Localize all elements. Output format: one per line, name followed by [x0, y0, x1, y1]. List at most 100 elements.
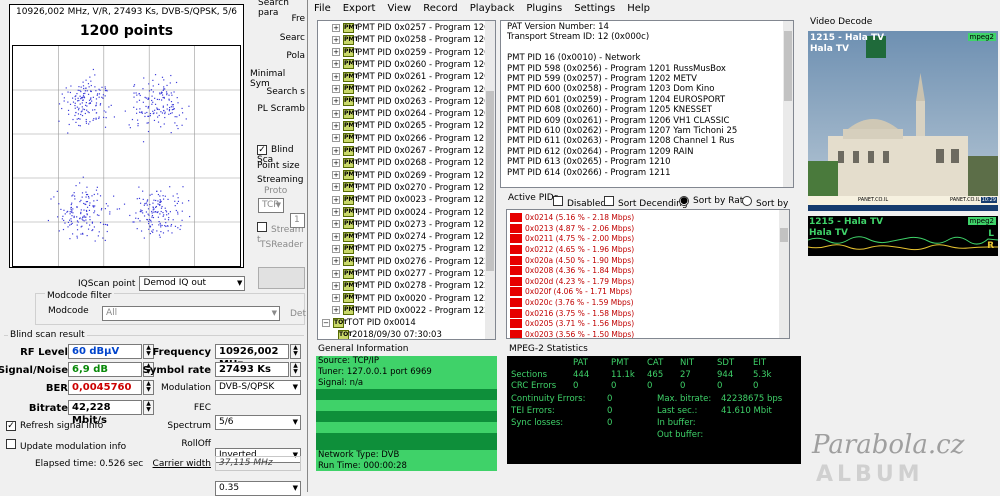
iq-point — [61, 107, 63, 110]
iq-point — [161, 224, 163, 227]
tree-item[interactable]: + PMTPMT PID 0x0024 - Program 1217 — [332, 207, 495, 219]
tree-item[interactable]: + PMTPMT PID 0x0259 - Program 1204 — [332, 47, 495, 59]
iq-point — [61, 93, 63, 95]
pola-label: Pola — [286, 51, 305, 61]
tree-item[interactable]: + PMTPMT PID 0x0275 - Program 1220 — [332, 243, 495, 255]
iq-point — [70, 220, 72, 222]
elapsed-time: Elapsed time: 0.526 sec — [35, 459, 144, 469]
carrier-width-link[interactable]: Carrier width — [153, 459, 211, 469]
iq-point — [147, 106, 149, 108]
rolloff-combo[interactable]: 0.35 ▼ — [215, 481, 301, 496]
tree-item[interactable]: + PMTPMT PID 0x0258 - Program 1203 — [332, 34, 495, 46]
tree-item[interactable]: + PMTPMT PID 0x0022 - Program 1226 — [332, 305, 495, 317]
tree-item[interactable]: + PMTPMT PID 0x0277 - Program 1222 — [332, 268, 495, 280]
action-button[interactable] — [258, 267, 305, 289]
iq-point — [160, 111, 162, 113]
update-checkbox[interactable]: Update modulation info — [6, 439, 126, 452]
tree-item[interactable]: + PMTPMT PID 0x0265 - Program 1210 — [332, 120, 495, 132]
iq-point — [71, 210, 73, 212]
cont-label: Continuity Errors: — [511, 394, 586, 404]
iq-point — [176, 124, 178, 127]
fec-combo[interactable]: 5/6 ▼ — [215, 415, 301, 430]
tree-item[interactable]: + PMTPMT PID 0x0273 - Program 1218 — [332, 219, 495, 231]
frequency-spin[interactable]: ▲ ▼ — [290, 344, 301, 359]
iq-point — [82, 219, 84, 221]
tree-item[interactable]: + PMTPMT PID 0x0267 - Program 1212 — [332, 145, 495, 157]
audio-codec-badge: mpeg2 — [967, 217, 996, 225]
tree-item[interactable]: + PMTPMT PID 0x0266 - Program 1211 — [332, 133, 495, 145]
pids-scrollbar[interactable] — [779, 210, 789, 338]
tree-item[interactable]: + PMTPMT PID 0x0262 - Program 1207 — [332, 84, 495, 96]
tree-item[interactable]: + PMTPMT PID 0x0023 - Program 1216 — [332, 194, 495, 206]
tree-item[interactable]: + PMTPMT PID 0x0257 - Program 1202 — [332, 22, 495, 34]
mpeg-crc-cell: 0 — [753, 381, 759, 391]
menu-plugins[interactable]: Plugins — [520, 1, 568, 19]
tree-item[interactable]: + PMTPMT PID 0x0264 - Program 1209 — [332, 108, 495, 120]
iqscan-combo[interactable]: Demod IQ out ▼ — [139, 276, 246, 291]
ber-spin[interactable]: ▲ ▼ — [143, 380, 154, 395]
iq-point — [67, 132, 69, 134]
menu-settings[interactable]: Settings — [568, 1, 621, 19]
tree-item[interactable]: + PMTPMT PID 0x0020 - Program 1225 — [332, 293, 495, 305]
iq-point — [109, 211, 111, 213]
menu-file[interactable]: File — [308, 1, 337, 19]
iq-point — [142, 190, 144, 192]
sort-desc-checkbox[interactable]: Sort Decending — [604, 196, 688, 209]
tree-item[interactable]: + PMTPMT PID 0x0261 - Program 1206 — [332, 71, 495, 83]
tree-item[interactable]: + PMTPMT PID 0x0269 - Program 1214 — [332, 170, 495, 182]
menu-help[interactable]: Help — [621, 1, 656, 19]
iq-point — [181, 219, 183, 221]
info-scrollbar[interactable] — [783, 21, 793, 187]
tree-item[interactable]: + PMTPMT PID 0x0274 - Program 1219 — [332, 231, 495, 243]
iq-point — [105, 203, 107, 205]
iq-point — [90, 80, 92, 82]
refresh-checkbox[interactable]: ✓ Refresh signal info — [6, 421, 103, 431]
tree-scrollbar[interactable] — [485, 21, 495, 339]
symrate-spin[interactable]: ▲ ▼ — [290, 362, 301, 377]
iq-point — [60, 208, 62, 211]
iq-point — [74, 114, 76, 117]
det-button[interactable]: Det — [290, 309, 306, 319]
tree-item-date[interactable]: TOT2018/09/30 07:30:03 — [338, 329, 442, 339]
iq-point — [177, 211, 179, 213]
proto-combo[interactable]: TCP ▼ — [258, 198, 284, 213]
info-line: PMT PID 600 (0x0258) - Program 1203 Dom … — [507, 84, 715, 95]
iq-point — [77, 97, 79, 99]
menu-playback[interactable]: Playback — [464, 1, 521, 19]
tree-item[interactable]: + PMTPMT PID 0x0278 - Program 1223 — [332, 280, 495, 292]
tree-item[interactable]: + PMTPMT PID 0x0263 - Program 1208 — [332, 96, 495, 108]
iq-point — [73, 195, 76, 197]
modcode-combo[interactable]: All ▼ — [102, 306, 280, 321]
iq-point — [110, 104, 112, 106]
bitrate-spin[interactable]: ▲ ▼ — [143, 400, 154, 415]
tree-item-tot[interactable]: − TOTTOT PID 0x0014 — [322, 317, 416, 329]
iq-point — [63, 97, 65, 99]
disabled-checkbox[interactable]: Disabled — [553, 196, 606, 209]
pmt-icon: PMT — [343, 120, 359, 131]
modulation-combo[interactable]: DVB-S/QPSK ▼ — [215, 380, 301, 395]
sort-rate-radio[interactable]: ● Sort by Rate — [679, 196, 749, 206]
active-pids-list[interactable]: 0x0214 (5.16 % - 2.18 Mbps) 0x0213 (4.87 … — [506, 209, 790, 339]
tree-item[interactable]: + PMTPMT PID 0x0276 - Program 1221 — [332, 256, 495, 268]
iq-point — [105, 111, 107, 113]
iq-point — [147, 219, 149, 221]
mpeg-crc-cell: 0 — [611, 381, 617, 391]
menu-record[interactable]: Record — [417, 1, 464, 19]
tree-item[interactable]: + PMTPMT PID 0x0270 - Program 1215 — [332, 182, 495, 194]
iq-point — [166, 214, 168, 216]
iq-point — [64, 213, 66, 215]
pid-row[interactable]: 0x0203 (3.56 % - 1.50 Mbps) — [510, 329, 634, 338]
menu-view[interactable]: View — [381, 1, 417, 19]
program-tree[interactable]: + PMTPMT PID 0x0257 - Program 1202 + PMTPMT… — [317, 20, 496, 340]
iq-point — [70, 211, 73, 213]
mpeg-panel: PAT 444 0 PMT 11.1k 0 CAT 465 0 NIT 27 0 SDT 944 0 EIT 5… — [507, 356, 801, 464]
iq-point — [180, 225, 182, 227]
tree-item[interactable]: + PMTPMT PID 0x0268 - Program 1213 — [332, 157, 495, 169]
iq-point — [76, 92, 78, 95]
iq-point — [140, 209, 142, 211]
tree-item[interactable]: + PMTPMT PID 0x0260 - Program 1205 — [332, 59, 495, 71]
info-line: PMT PID 612 (0x0264) - Program 1209 RAIN — [507, 146, 694, 157]
menu-export[interactable]: Export — [337, 1, 382, 19]
iq-point — [102, 97, 104, 99]
mpeg-sections-cell: 27 — [680, 370, 691, 380]
